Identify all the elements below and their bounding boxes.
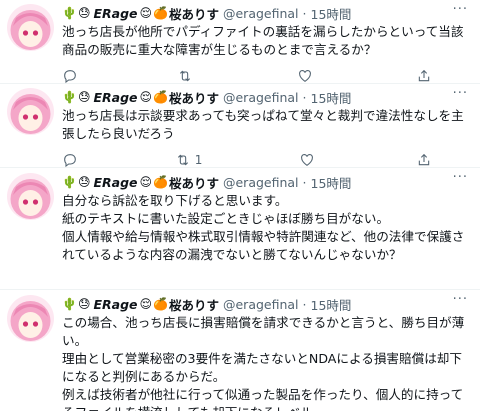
sweat-smile-icon: 😓	[77, 297, 91, 311]
display-name-text: ERage	[93, 296, 138, 312]
retweet-icon	[177, 154, 188, 166]
avatar[interactable]	[7, 88, 54, 135]
user-handle[interactable]: @eragefinal	[223, 297, 299, 312]
reply-button[interactable]	[62, 152, 78, 168]
user-handle[interactable]: @eragefinal	[223, 6, 299, 21]
display-name-suffix: 桜ありす	[168, 175, 219, 191]
tweet-text-content: この場合、池っち店長に損害賠償を請求できるかと言うと、勝ち目が薄い。 理由として…	[62, 315, 465, 411]
cactus-icon: 🌵	[62, 175, 77, 189]
user-handle[interactable]: @eragefinal	[223, 175, 299, 190]
retweet-icon	[180, 70, 191, 82]
display-name-suffix: 桜ありす	[168, 6, 219, 22]
tweet-header: 🌵 😓 ERage 😌 🍊 桜ありす @eragefinal · 15時間	[62, 173, 470, 191]
display-name[interactable]: 🌵 😓 ERage 😌 🍊 桜ありす	[62, 173, 219, 192]
display-name[interactable]: 🌵 😓 ERage 😌 🍊 桜ありす	[62, 4, 219, 23]
tweet-text-content: 池っち店長は示談要求あっても突っぱねて堂々と裁判で違法性なしを主張したら良いだろ…	[62, 108, 464, 141]
retweet-button[interactable]	[177, 68, 197, 84]
more-icon[interactable]: ···	[453, 86, 468, 101]
tweet[interactable]: 🌵 😓 ERage 😌 🍊 桜ありす @eragefinal · 15時間 ··…	[0, 168, 480, 290]
orange-icon: 🍊	[153, 6, 168, 20]
user-handle[interactable]: @eragefinal	[223, 90, 299, 105]
tweet-text-content: 池っち店長が他所でパディファイトの裏話を漏らしたからといって当該商品の販売に重大…	[62, 24, 464, 57]
orange-icon: 🍊	[153, 90, 168, 104]
cactus-icon: 🌵	[62, 90, 77, 104]
avatar[interactable]	[7, 295, 54, 342]
separator: ·	[302, 296, 307, 312]
more-icon[interactable]: ···	[453, 292, 468, 307]
tweet-header: 🌵 😓 ERage 😌 🍊 桜ありす @eragefinal · 15時間	[62, 88, 470, 106]
more-icon[interactable]: ···	[453, 170, 468, 185]
timestamp[interactable]: 15時間	[311, 88, 352, 107]
timestamp[interactable]: 15時間	[311, 173, 352, 192]
avatar[interactable]	[7, 173, 54, 220]
relieved-face-icon: 😌	[139, 175, 153, 189]
share-button[interactable]	[416, 68, 432, 84]
tweet-text-content: 自分なら訴訟を取り下げると思います。 紙のテキストに書いた設定ごときじゃほぼ勝ち…	[62, 193, 465, 262]
tweet[interactable]: 🌵 😓 ERage 😌 🍊 桜ありす @eragefinal · 15時間 ··…	[0, 290, 480, 411]
display-name-text: ERage	[93, 89, 138, 105]
share-button[interactable]	[416, 152, 432, 168]
timestamp[interactable]: 15時間	[311, 4, 352, 23]
reply-icon	[64, 70, 76, 84]
sweat-smile-icon: 😓	[77, 6, 91, 20]
retweet-count: 1	[194, 153, 203, 167]
tweet-text: 池っち店長は示談要求あっても突っぱねて堂々と裁判で違法性なしを主張したら良いだろ…	[62, 107, 470, 143]
timeline: 🌵 😓 ERage 😌 🍊 桜ありす @eragefinal · 15時間 ··…	[0, 0, 480, 411]
orange-icon: 🍊	[153, 175, 168, 189]
sweat-smile-icon: 😓	[77, 90, 91, 104]
tweet-header: 🌵 😓 ERage 😌 🍊 桜ありす @eragefinal · 15時間	[62, 4, 470, 22]
tweet[interactable]: 🌵 😓 ERage 😌 🍊 桜ありす @eragefinal · 15時間 ··…	[0, 84, 480, 168]
relieved-face-icon: 😌	[139, 297, 153, 311]
display-name[interactable]: 🌵 😓 ERage 😌 🍊 桜ありす	[62, 88, 219, 107]
display-name[interactable]: 🌵 😓 ERage 😌 🍊 桜ありす	[62, 295, 219, 314]
display-name-text: ERage	[93, 174, 138, 190]
tweet-header: 🌵 😓 ERage 😌 🍊 桜ありす @eragefinal · 15時間	[62, 295, 470, 313]
share-icon	[418, 69, 430, 82]
share-icon	[418, 153, 430, 166]
reply-icon	[64, 154, 76, 168]
timestamp[interactable]: 15時間	[311, 295, 352, 314]
separator: ·	[302, 174, 307, 190]
more-icon[interactable]: ···	[453, 2, 468, 17]
like-button[interactable]	[299, 152, 319, 168]
orange-icon: 🍊	[153, 297, 168, 311]
reply-button[interactable]	[62, 68, 78, 84]
tweet-text: 池っち店長が他所でパディファイトの裏話を漏らしたからといって当該商品の販売に重大…	[62, 23, 470, 59]
retweet-button[interactable]: 1	[175, 152, 203, 168]
tweet-text: 自分なら訴訟を取り下げると思います。 紙のテキストに書いた設定ごときじゃほぼ勝ち…	[62, 192, 470, 264]
relieved-face-icon: 😌	[139, 90, 153, 104]
cactus-icon: 🌵	[62, 297, 77, 311]
separator: ·	[302, 89, 307, 105]
sweat-smile-icon: 😓	[77, 175, 91, 189]
tweet-text: この場合、池っち店長に損害賠償を請求できるかと言うと、勝ち目が薄い。 理由として…	[62, 314, 470, 411]
display-name-suffix: 桜ありす	[168, 297, 219, 313]
like-icon	[298, 70, 311, 82]
separator: ·	[302, 5, 307, 21]
display-name-text: ERage	[93, 5, 138, 21]
relieved-face-icon: 😌	[139, 6, 153, 20]
like-button[interactable]	[297, 68, 317, 84]
avatar[interactable]	[7, 4, 54, 51]
like-icon	[301, 154, 314, 166]
display-name-suffix: 桜ありす	[168, 90, 219, 106]
tweet[interactable]: 🌵 😓 ERage 😌 🍊 桜ありす @eragefinal · 15時間 ··…	[0, 0, 480, 84]
cactus-icon: 🌵	[62, 6, 77, 20]
